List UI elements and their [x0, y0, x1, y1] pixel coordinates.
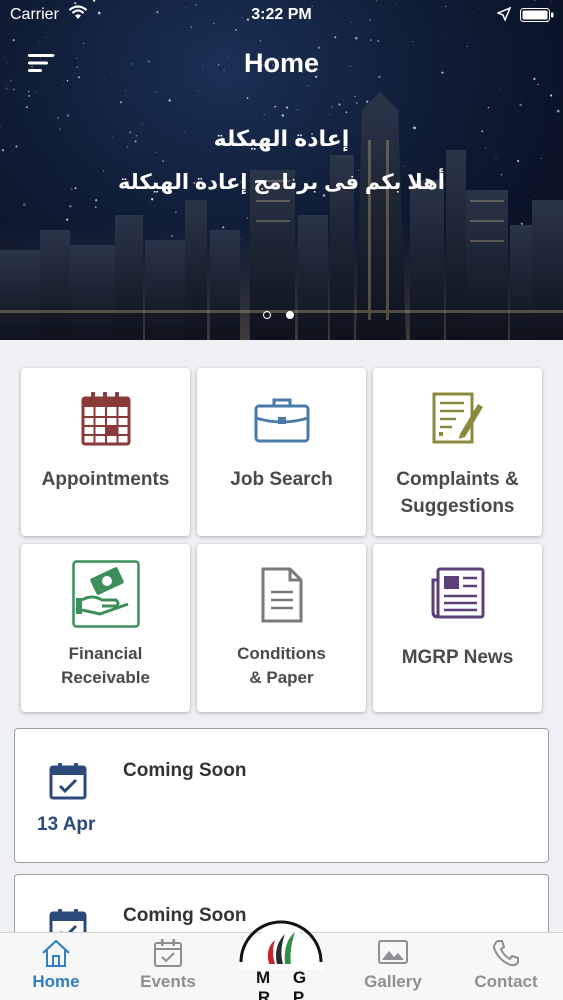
status-bar: Carrier 3:22 PM [0, 0, 563, 30]
mgrp-logo-text: M G R P [255, 968, 316, 1000]
conditions-label-line1: Conditions [237, 644, 326, 663]
mgrp-logo[interactable]: M G R P [231, 902, 331, 1000]
feature-grid: Appointments Job Search Complaints & Sug… [21, 368, 543, 712]
tab-contact[interactable]: Contact [456, 933, 556, 1000]
mgrp-news-tile[interactable]: MGRP News [373, 544, 542, 712]
carousel-dot-active[interactable] [286, 311, 294, 319]
mgrp-news-label: MGRP News [401, 647, 514, 668]
job-search-label: Job Search [230, 469, 333, 490]
briefcase-icon [254, 398, 309, 443]
star [164, 31, 166, 33]
phone-icon [492, 940, 519, 967]
tab-home[interactable]: Home [6, 933, 106, 1000]
status-time: 3:22 PM [251, 6, 312, 23]
event-title: Coming Soon [123, 760, 247, 781]
page-title: Home [243, 48, 319, 78]
conditions-paper-tile[interactable]: Conditions & Paper [197, 544, 366, 712]
hero-banner[interactable]: Carrier 3:22 PM Home إعادة الهيكلة أهلا … [0, 0, 563, 340]
tab-gallery[interactable]: Gallery [343, 933, 443, 1000]
star [348, 36, 350, 38]
location-arrow-icon [497, 7, 511, 21]
star [334, 36, 337, 39]
tab-events[interactable]: Events [118, 933, 218, 1000]
appointments-tile[interactable]: Appointments [21, 368, 190, 536]
document-icon [261, 567, 302, 623]
mgrp-logo-emblem [239, 920, 323, 970]
battery-icon [520, 8, 554, 22]
appointments-label: Appointments [41, 469, 170, 490]
financial-receivable-tile[interactable]: Financial Receivable [21, 544, 190, 712]
tab-gallery-label: Gallery [364, 972, 422, 991]
tab-contact-label: Contact [474, 972, 538, 991]
conditions-label-line2: & Paper [249, 668, 314, 687]
carousel-page-indicator[interactable] [263, 311, 294, 319]
star [354, 36, 358, 40]
job-search-tile[interactable]: Job Search [197, 368, 366, 536]
tab-events-label: Events [140, 972, 196, 991]
hero-subtitle: أهلا بكم فى برنامج إعادة الهيكلة [118, 171, 445, 194]
hero-heading: إعادة الهيكلة [213, 126, 350, 151]
star [45, 36, 47, 38]
financial-label-line2: Receivable [61, 668, 150, 687]
complaints-label-line2: Suggestions [400, 496, 515, 517]
complaints-tile[interactable]: Complaints & Suggestions [373, 368, 542, 536]
home-icon [42, 939, 70, 967]
money-hand-icon [71, 560, 140, 628]
complaint-form-icon [432, 392, 483, 444]
calendar-icon [81, 392, 130, 446]
complaints-label-line1: Complaints & [396, 469, 519, 490]
financial-label-line1: Financial [68, 644, 143, 663]
gallery-icon [378, 940, 408, 964]
events-icon [154, 939, 182, 967]
carousel-dot[interactable] [263, 311, 271, 319]
event-date: 13 Apr [37, 814, 96, 835]
calendar-check-icon [49, 763, 87, 800]
tab-home-label: Home [32, 972, 80, 991]
star [444, 35, 446, 36]
newspaper-icon [431, 567, 484, 619]
event-card[interactable]: 13 Apr Coming Soon [14, 728, 549, 863]
event-title: Coming Soon [123, 905, 247, 926]
